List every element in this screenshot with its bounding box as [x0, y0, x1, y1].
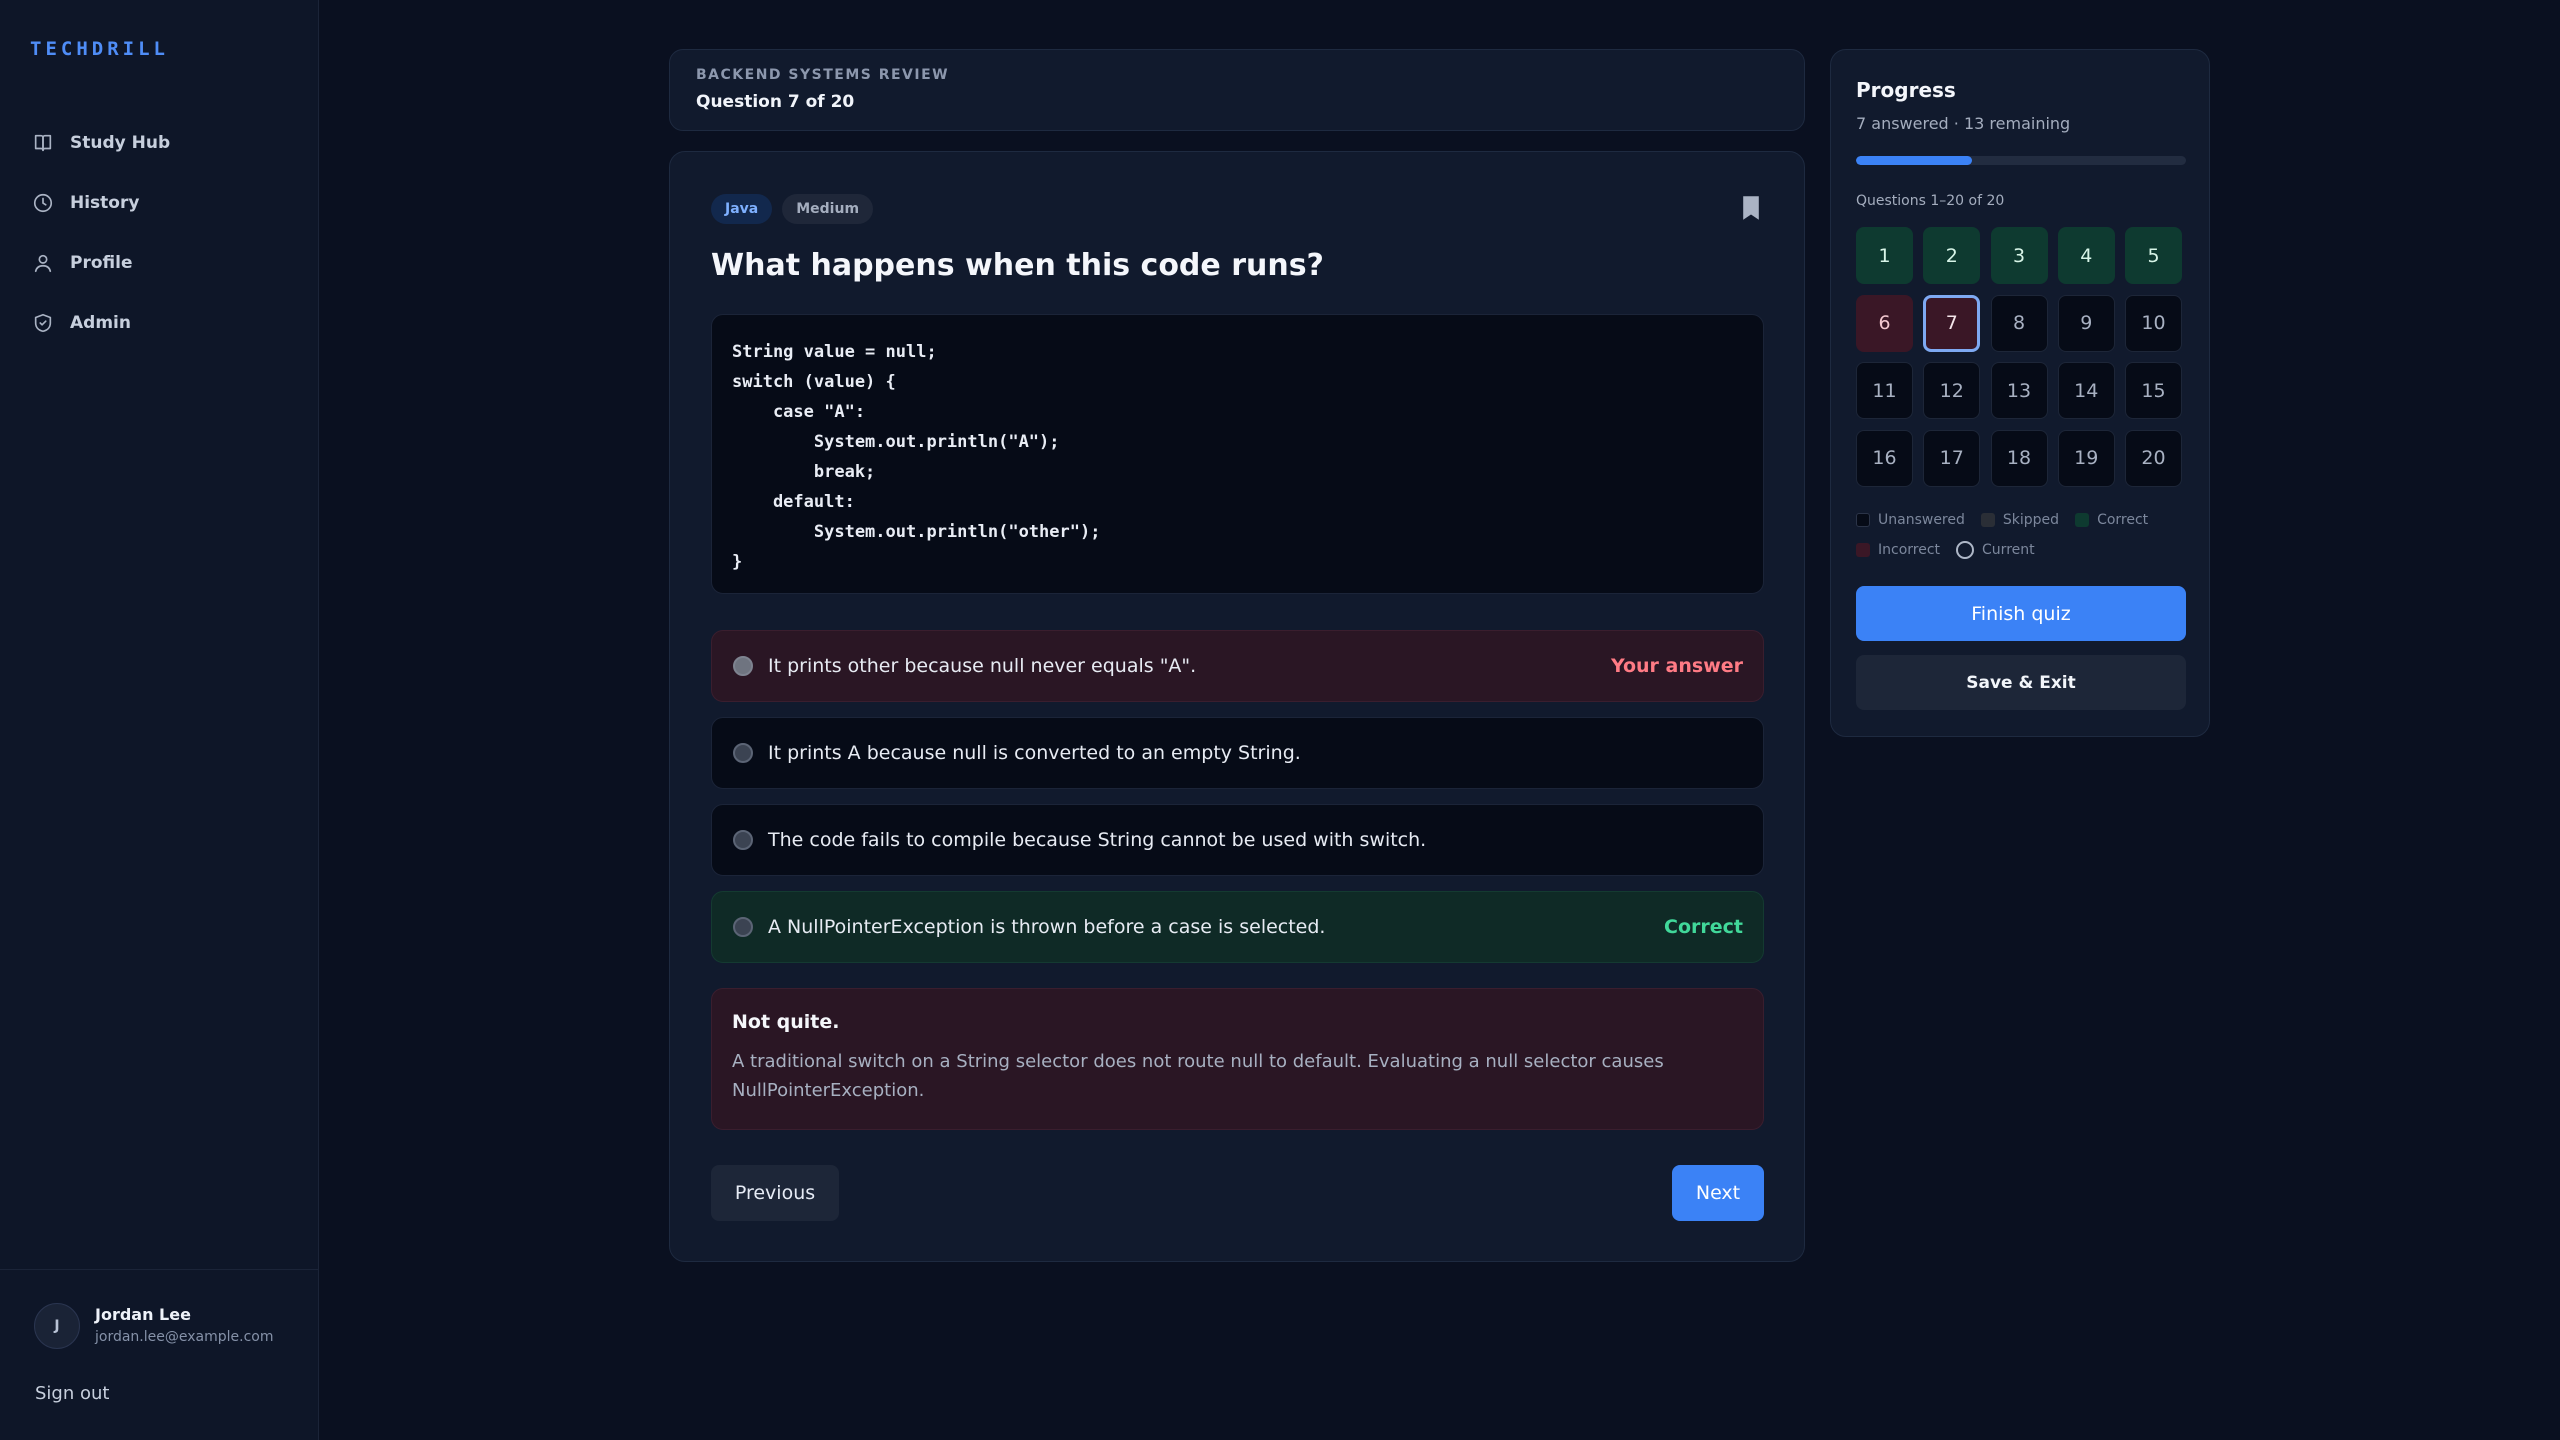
legend-current: Current — [1956, 541, 2035, 559]
question-nav-6[interactable]: 6 — [1856, 294, 1913, 352]
question-nav-2[interactable]: 2 — [1923, 227, 1981, 284]
radio-selected[interactable] — [733, 656, 753, 676]
option-text: It prints other because null never equal… — [768, 655, 1197, 677]
sidebar-item-label: Profile — [70, 253, 133, 273]
question-nav-14[interactable]: 14 — [2057, 362, 2115, 419]
avatar[interactable]: J — [34, 1303, 80, 1349]
answer-option-2[interactable]: It prints A because null is converted to… — [711, 717, 1764, 789]
bookmark-icon[interactable] — [1740, 195, 1762, 221]
sidebar-item-profile[interactable]: Profile — [0, 233, 319, 293]
user-icon — [34, 254, 52, 273]
code-line: break; — [732, 462, 876, 482]
progress-bar-fill — [1856, 156, 1972, 165]
answer-option-1[interactable]: It prints other because null never equal… — [711, 630, 1764, 702]
sidebar-item-label: History — [70, 193, 140, 213]
sidebar-item-label: Study Hub — [70, 133, 171, 153]
sidebar-item-history[interactable]: History — [0, 173, 319, 233]
question-nav-4[interactable]: 4 — [2057, 227, 2115, 284]
question-nav-10[interactable]: 10 — [2125, 294, 2182, 352]
legend-correct: Correct — [2075, 512, 2148, 528]
user-name: Jordan Lee — [95, 1305, 191, 1324]
question-nav-16[interactable]: 16 — [1856, 429, 1913, 487]
legend: Unanswered Skipped Correct Incorrect Cur… — [1856, 505, 2186, 565]
code-line: switch (value) { — [732, 372, 896, 392]
sidebar-item-label: Admin — [70, 313, 131, 333]
tag-list: Java Medium — [711, 194, 874, 224]
question-nav-19[interactable]: 19 — [2057, 429, 2115, 487]
question-nav-20[interactable]: 20 — [2125, 429, 2182, 487]
feedback-panel: Not quite. A traditional switch on a Str… — [711, 988, 1764, 1130]
question-counter: Question 7 of 20 — [696, 92, 855, 112]
sign-out-link[interactable]: Sign out — [35, 1383, 109, 1404]
question-nav-15[interactable]: 15 — [2125, 362, 2182, 419]
progress-summary: 7 answered · 13 remaining — [1856, 114, 2071, 133]
question-card: Java Medium What happens when this code … — [669, 151, 1805, 1262]
option-text: It prints A because null is converted to… — [768, 742, 1301, 764]
correct-label: Correct — [1664, 916, 1743, 938]
language-tag: Java — [711, 194, 773, 224]
question-nav-11[interactable]: 11 — [1856, 362, 1913, 419]
sidebar-item-study-hub[interactable]: Study Hub — [0, 113, 319, 173]
question-nav-5[interactable]: 5 — [2125, 227, 2182, 284]
code-line: System.out.println("other"); — [732, 522, 1101, 542]
code-line: default: — [732, 492, 855, 512]
code-line: String value = null; — [732, 342, 937, 362]
answer-option-3[interactable]: The code fails to compile because String… — [711, 804, 1764, 876]
question-nav-7[interactable]: 7 — [1923, 294, 1981, 352]
answer-option-4[interactable]: A NullPointerException is thrown before … — [711, 891, 1764, 963]
user-panel: J Jordan Lee jordan.lee@example.com Sign… — [0, 1269, 319, 1440]
question-title: What happens when this code runs? — [711, 248, 1324, 283]
quiz-name: BACKEND SYSTEMS REVIEW — [696, 67, 950, 83]
question-nav-8[interactable]: 8 — [1990, 294, 2048, 352]
question-nav-13[interactable]: 13 — [1990, 362, 2048, 419]
finish-quiz-button[interactable]: Finish quiz — [1856, 586, 2186, 641]
code-block: String value = null; switch (value) { ca… — [711, 314, 1764, 594]
save-exit-button[interactable]: Save & Exit — [1856, 655, 2186, 710]
shield-icon — [34, 313, 52, 333]
progress-bar — [1856, 156, 2186, 165]
sidebar-item-admin[interactable]: Admin — [0, 293, 319, 353]
option-text: The code fails to compile because String… — [768, 829, 1427, 851]
legend-skipped: Skipped — [1980, 512, 2059, 528]
clock-icon — [33, 193, 53, 213]
question-nav-1[interactable]: 1 — [1856, 227, 1913, 284]
radio[interactable] — [733, 830, 753, 850]
question-nav-9[interactable]: 9 — [2057, 294, 2115, 352]
progress-panel: Progress 7 answered · 13 remaining Quest… — [1830, 49, 2210, 737]
progress-title: Progress — [1856, 78, 1956, 102]
legend-unanswered: Unanswered — [1856, 512, 1965, 528]
feedback-title: Not quite. — [732, 1011, 840, 1033]
book-icon — [34, 134, 52, 152]
sidebar-nav: Study Hub History Profile Admin — [0, 113, 319, 353]
question-range: Questions 1–20 of 20 — [1856, 193, 2005, 209]
question-nav-3[interactable]: 3 — [1990, 227, 2048, 284]
question-grid: 1 2 3 4 5 6 7 8 9 10 11 12 13 14 15 16 17 18 19 20 — [1856, 227, 2186, 487]
radio[interactable] — [733, 743, 753, 763]
code-line: System.out.println("A"); — [732, 432, 1060, 452]
question-nav-18[interactable]: 18 — [1990, 429, 2048, 487]
difficulty-tag: Medium — [782, 194, 874, 224]
question-nav-17[interactable]: 17 — [1923, 429, 1981, 487]
your-answer-label: Your answer — [1610, 655, 1743, 677]
feedback-body: A traditional switch on a String selecto… — [732, 1051, 1664, 1101]
legend-incorrect: Incorrect — [1856, 542, 1940, 558]
code-line: } — [732, 552, 743, 572]
code-line: case "A": — [732, 402, 866, 422]
option-text: A NullPointerException is thrown before … — [768, 916, 1326, 938]
quiz-header: BACKEND SYSTEMS REVIEW Question 7 of 20 — [669, 49, 1805, 131]
sidebar: TECHDRILL Study Hub History Profile Admi… — [0, 0, 319, 1440]
next-button[interactable]: Next — [1672, 1165, 1764, 1221]
user-email: jordan.lee@example.com — [95, 1329, 274, 1345]
previous-button[interactable]: Previous — [711, 1165, 839, 1221]
brand-logo[interactable]: TECHDRILL — [30, 38, 169, 60]
question-nav-12[interactable]: 12 — [1923, 362, 1981, 419]
radio[interactable] — [733, 917, 753, 937]
